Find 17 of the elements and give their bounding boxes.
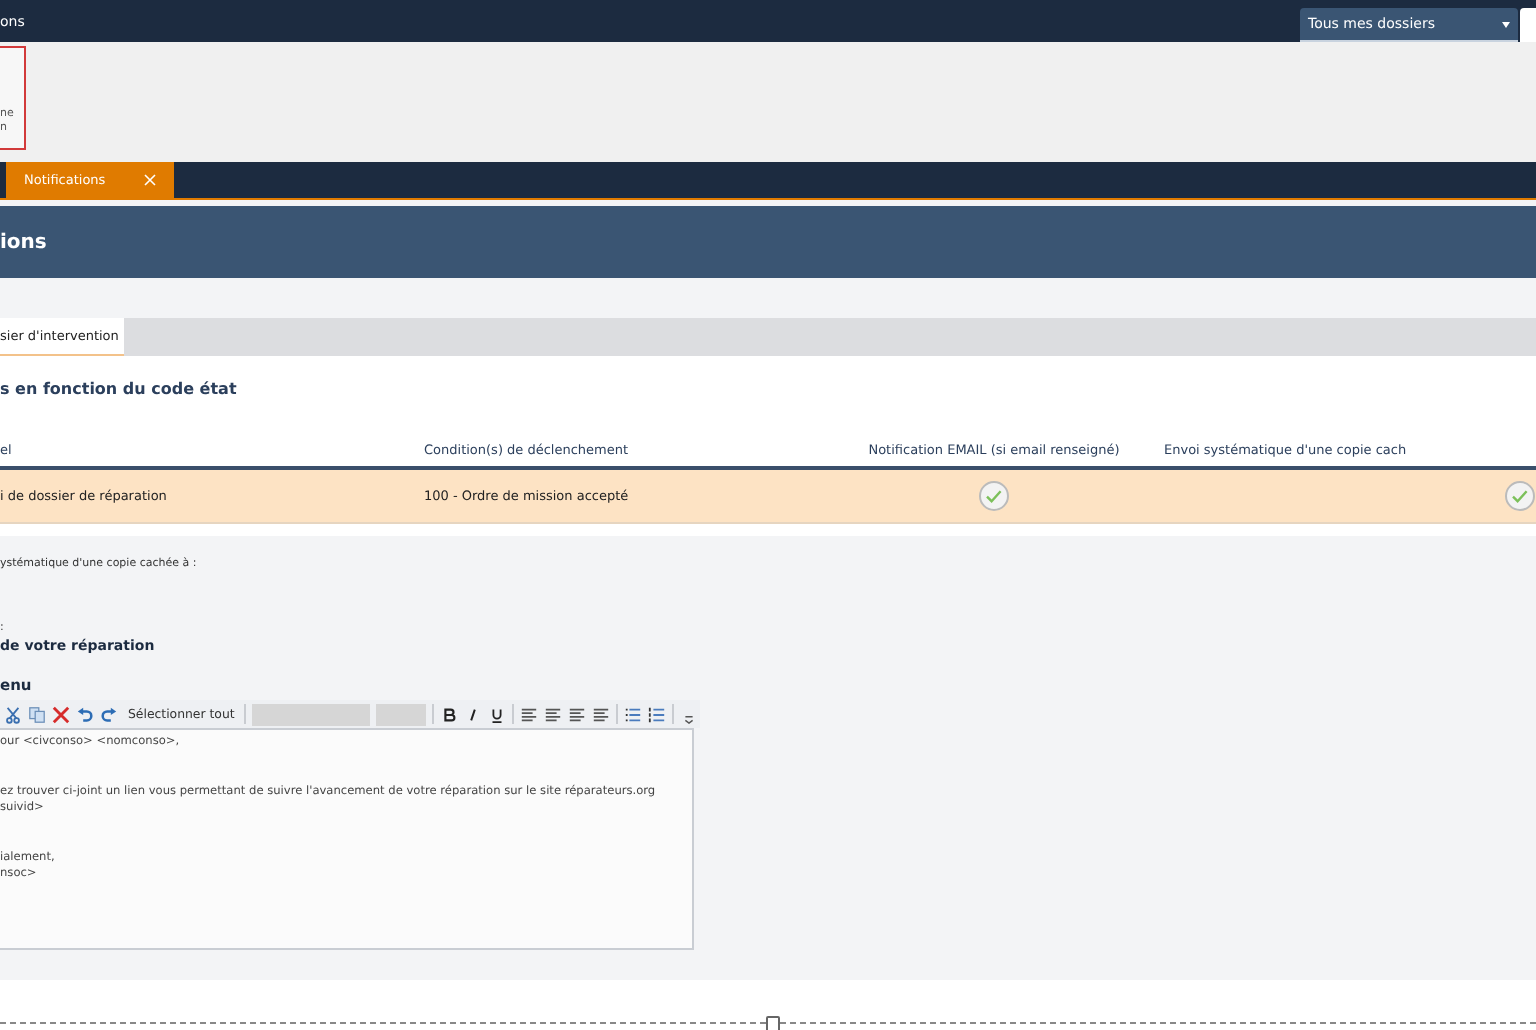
bullet-list-icon[interactable] (624, 705, 643, 723)
resize-handle[interactable] (766, 1016, 780, 1030)
section-title: s en fonction du code état (0, 380, 239, 398)
close-icon[interactable] (144, 174, 156, 186)
copy-icon[interactable] (28, 705, 46, 723)
scissors-icon[interactable] (4, 705, 22, 723)
undo-icon[interactable] (76, 705, 94, 723)
align-icon[interactable] (592, 705, 611, 723)
bold-icon[interactable] (440, 705, 459, 723)
align-icon[interactable] (520, 705, 539, 723)
align-icon[interactable] (568, 705, 587, 723)
page-title: ions (0, 231, 47, 253)
align-icon[interactable] (544, 705, 563, 723)
redo-icon[interactable] (100, 705, 118, 723)
delete-icon[interactable] (52, 705, 70, 723)
numbered-list-icon[interactable] (648, 705, 667, 723)
underline-icon[interactable] (488, 705, 507, 723)
